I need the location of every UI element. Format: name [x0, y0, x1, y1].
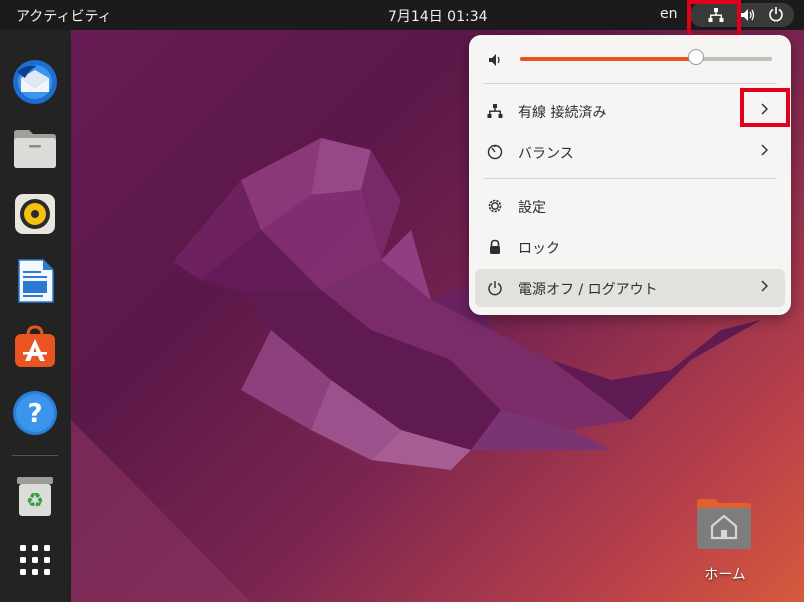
menu-item-label: 電源オフ / ログアウト [518, 282, 658, 298]
menu-item-label: 有線 接続済み [518, 105, 607, 121]
libreoffice-writer-app-icon[interactable] [11, 257, 59, 305]
home-folder-label[interactable]: ホーム [690, 564, 760, 584]
help-app-icon[interactable]: ? [11, 389, 59, 437]
menu-item-power-off-logout[interactable]: 電源オフ / ログアウト [475, 269, 785, 307]
top-bar: アクティビティ 7月14日 01:34 en [0, 0, 804, 30]
highlight-box-wired-submenu [740, 88, 790, 127]
volume-slider[interactable] [520, 49, 772, 65]
menu-item-label: 設定 [518, 200, 546, 216]
system-menu-popup: 有線 接続済み バランス 設定 ロック 電源オフ / ログアウト [469, 35, 791, 315]
lock-icon [490, 239, 500, 254]
volume-slider-fill [520, 57, 697, 61]
chevron-right-icon[interactable] [759, 278, 771, 294]
dock-separator [12, 455, 58, 456]
menu-divider [483, 178, 777, 179]
menu-item-lock[interactable]: ロック [475, 228, 785, 266]
show-applications-icon[interactable] [11, 536, 59, 584]
menu-item-wired-network[interactable]: 有線 接続済み [475, 92, 785, 130]
menu-item-label: バランス [518, 146, 574, 162]
settings-gear-icon [488, 199, 502, 213]
clock-button[interactable]: 7月14日 01:34 [388, 6, 488, 26]
menu-item-settings[interactable]: 設定 [475, 187, 785, 225]
svg-text:♻: ♻ [26, 488, 44, 512]
menu-item-label: ロック [518, 241, 560, 257]
power-icon [769, 7, 783, 22]
chevron-right-icon[interactable] [759, 142, 771, 158]
ubuntu-software-app-icon[interactable] [11, 323, 59, 371]
home-folder-icon[interactable] [695, 498, 753, 550]
trash-app-icon[interactable]: ♻ [11, 472, 59, 520]
power-profile-icon [487, 144, 503, 160]
svg-text:?: ? [27, 399, 42, 429]
volume-slider-knob[interactable] [688, 49, 705, 65]
activities-button[interactable]: アクティビティ [16, 6, 112, 26]
dock: ? ♻ [0, 30, 71, 602]
menu-item-power-profile[interactable]: バランス [475, 133, 785, 171]
files-app-icon[interactable] [11, 125, 59, 173]
power-icon [488, 281, 502, 296]
input-language-indicator[interactable]: en [660, 6, 678, 22]
menu-divider [483, 83, 777, 84]
network-wired-icon [487, 104, 503, 118]
volume-icon [489, 54, 500, 66]
highlight-box-network [687, 0, 741, 38]
rhythmbox-app-icon[interactable] [11, 190, 59, 238]
volume-icon [741, 9, 755, 21]
thunderbird-app-icon[interactable] [11, 58, 59, 106]
